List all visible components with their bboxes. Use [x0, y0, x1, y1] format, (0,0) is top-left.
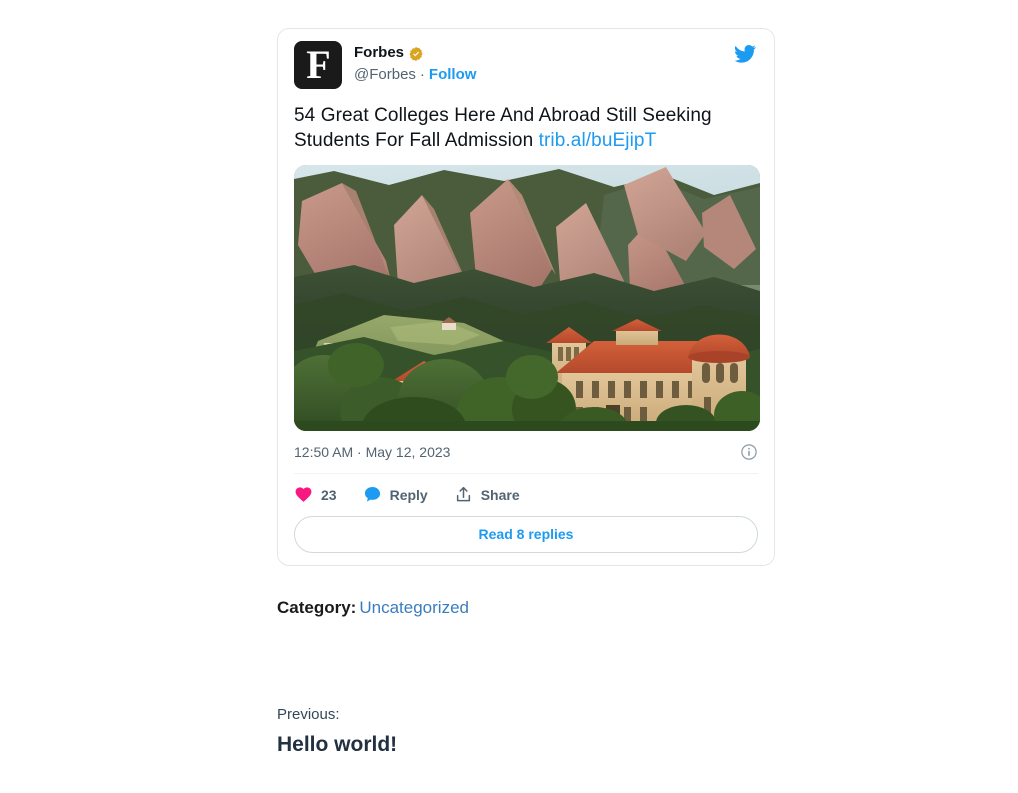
tweet-text: 54 Great Colleges Here And Abroad Still …	[294, 103, 758, 153]
share-upload-icon	[454, 485, 473, 504]
heart-icon	[294, 485, 313, 504]
share-label: Share	[480, 486, 520, 503]
page-root: F Forbes @Forbes · Follow 54 Great Colle…	[0, 0, 1018, 793]
category-link[interactable]: Uncategorized	[359, 598, 469, 617]
category-label: Category:	[277, 598, 357, 617]
reply-bubble-icon	[363, 485, 382, 504]
author-name-row: Forbes	[354, 43, 758, 62]
reply-label: Reply	[389, 486, 428, 503]
tweet-author-block: Forbes @Forbes · Follow	[354, 41, 758, 85]
like-action[interactable]: 23	[294, 485, 337, 504]
avatar[interactable]: F	[294, 41, 342, 89]
tweet-photo[interactable]	[294, 165, 760, 431]
content-column: F Forbes @Forbes · Follow 54 Great Colle…	[277, 0, 777, 758]
handle-separator: ·	[419, 66, 425, 83]
twitter-bird-icon[interactable]	[732, 43, 758, 65]
share-action[interactable]: Share	[454, 485, 520, 504]
category-line: Category: Uncategorized	[277, 597, 777, 619]
post-navigation: Previous: Hello world!	[277, 705, 777, 758]
tweet-header: F Forbes @Forbes · Follow	[294, 41, 758, 89]
author-display-name[interactable]: Forbes	[354, 43, 404, 62]
follow-link[interactable]: Follow	[429, 66, 477, 83]
previous-label: Previous:	[277, 706, 340, 723]
previous-post-link[interactable]: Hello world!	[277, 731, 397, 758]
tweet-link[interactable]: trib.al/buEjipT	[539, 130, 657, 151]
verified-badge-icon	[408, 46, 424, 62]
reply-action[interactable]: Reply	[363, 485, 428, 504]
tweet-actions-row: 23 Reply Share	[294, 474, 758, 508]
info-circle-icon[interactable]	[740, 443, 758, 461]
read-replies-button[interactable]: Read 8 replies	[294, 516, 758, 553]
avatar-letter: F	[306, 41, 330, 87]
tweet-timestamp: 12:50 AM · May 12, 2023	[294, 444, 451, 460]
author-handle[interactable]: @Forbes	[354, 66, 416, 83]
like-count: 23	[321, 486, 337, 503]
tweet-meta-row: 12:50 AM · May 12, 2023	[294, 443, 758, 474]
author-handle-row: @Forbes · Follow	[354, 65, 758, 85]
embedded-tweet-card: F Forbes @Forbes · Follow 54 Great Colle…	[277, 28, 775, 566]
